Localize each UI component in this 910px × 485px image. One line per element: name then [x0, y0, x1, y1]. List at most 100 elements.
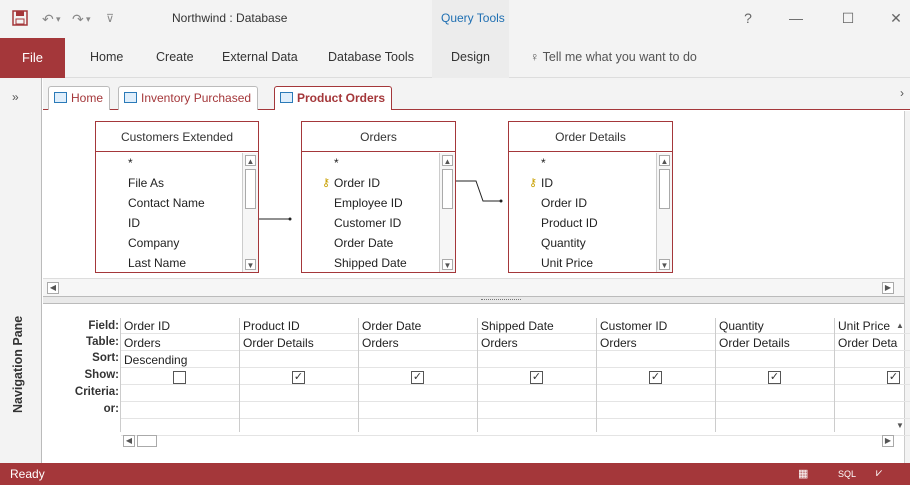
scroll-right-icon[interactable]: ▶: [882, 435, 894, 447]
grid-cell-sort[interactable]: Descending: [121, 352, 240, 368]
grid-cell-sort[interactable]: [478, 352, 597, 368]
tab-home[interactable]: Home: [90, 50, 123, 64]
field-scrollbar[interactable]: ▲ ▼: [656, 153, 672, 272]
doc-tab-product-orders[interactable]: Product Orders: [274, 86, 393, 110]
show-checkbox[interactable]: [173, 371, 186, 384]
tab-scroll-right-icon[interactable]: ›: [900, 86, 904, 100]
field-item[interactable]: Shipped Date: [302, 253, 439, 273]
maximize-button[interactable]: ☐: [836, 6, 860, 30]
grid-cell-criteria[interactable]: [716, 403, 835, 419]
undo-icon[interactable]: ↶: [42, 10, 54, 28]
grid-cell-sort[interactable]: [597, 352, 716, 368]
table-orders[interactable]: Orders * ⚷ Order ID Employee ID Customer…: [301, 121, 456, 273]
close-button[interactable]: ✕: [884, 6, 908, 30]
field-scrollbar[interactable]: ▲ ▼: [439, 153, 455, 272]
field-item[interactable]: Order Date: [302, 233, 439, 253]
scroll-up-icon[interactable]: ▲: [245, 155, 256, 166]
show-checkbox[interactable]: ✓: [411, 371, 424, 384]
grid-cell-table[interactable]: Orders: [597, 335, 716, 351]
splitter-grip[interactable]: [481, 299, 521, 301]
grid-cell-criteria[interactable]: [716, 386, 835, 402]
grid-vertical-scrollbar[interactable]: ▲ ▼: [896, 318, 904, 432]
scroll-thumb[interactable]: [245, 169, 256, 209]
scroll-up-icon[interactable]: ▲: [442, 155, 453, 166]
scroll-up-icon[interactable]: ▲: [659, 155, 670, 166]
grid-cell-field[interactable]: Order Date: [359, 318, 478, 334]
scroll-down-icon[interactable]: ▼: [659, 259, 670, 270]
save-icon[interactable]: [12, 10, 28, 28]
scroll-right-icon[interactable]: ▶: [882, 282, 894, 294]
minimize-button[interactable]: —: [784, 6, 808, 30]
grid-cell-table[interactable]: Order Details: [240, 335, 359, 351]
scroll-thumb[interactable]: [659, 169, 670, 209]
scroll-down-icon[interactable]: ▼: [442, 259, 453, 270]
doc-tab-home[interactable]: Home: [48, 86, 111, 110]
table-customers-extended[interactable]: Customers Extended * File As Contact Nam…: [95, 121, 259, 273]
grid-horizontal-scrollbar[interactable]: ◀ ▶: [119, 433, 894, 449]
field-item[interactable]: Last Name: [96, 253, 242, 273]
field-item[interactable]: Unit Price: [509, 253, 656, 273]
grid-cell-table[interactable]: Orders: [121, 335, 240, 351]
field-item[interactable]: Quantity: [509, 233, 656, 253]
field-item[interactable]: Customer ID: [302, 213, 439, 233]
show-checkbox[interactable]: ✓: [649, 371, 662, 384]
field-item[interactable]: *: [509, 153, 656, 173]
help-button[interactable]: ?: [736, 6, 760, 30]
undo-dropdown-icon[interactable]: ▾: [56, 10, 61, 28]
grid-cell-criteria[interactable]: [121, 386, 240, 402]
query-diagram-pane[interactable]: Customers Extended * File As Contact Nam…: [43, 111, 904, 296]
customize-qat-icon[interactable]: ⊽: [106, 10, 114, 28]
navigation-pane[interactable]: » Navigation Pane: [0, 78, 42, 463]
field-item-key[interactable]: ⚷ Order ID: [302, 173, 439, 193]
tab-database-tools[interactable]: Database Tools: [328, 50, 414, 64]
grid-cell-table[interactable]: Order Details: [716, 335, 835, 351]
pane-splitter[interactable]: [43, 296, 904, 304]
grid-cell-criteria[interactable]: [597, 386, 716, 402]
tab-file[interactable]: File: [0, 38, 65, 78]
scroll-down-icon[interactable]: ▼: [245, 259, 256, 270]
grid-cell-sort[interactable]: [716, 352, 835, 368]
doc-tab-inventory-purchased[interactable]: Inventory Purchased: [118, 86, 259, 110]
grid-cell-field[interactable]: Order ID: [121, 318, 240, 334]
redo-icon[interactable]: ↷: [72, 10, 84, 28]
field-item[interactable]: Contact Name: [96, 193, 242, 213]
field-item[interactable]: File As: [96, 173, 242, 193]
grid-cell-sort[interactable]: [240, 352, 359, 368]
grid-column[interactable]: Quantity Order Details ✓: [715, 318, 835, 436]
grid-column[interactable]: Product ID Order Details ✓: [239, 318, 359, 436]
grid-cell-criteria[interactable]: [478, 386, 597, 402]
grid-cell-field[interactable]: Customer ID: [597, 318, 716, 334]
show-checkbox[interactable]: ✓: [768, 371, 781, 384]
diagram-horizontal-scrollbar[interactable]: ◀ ▶: [43, 278, 904, 296]
field-item[interactable]: *: [302, 153, 439, 173]
grid-cell-table[interactable]: Orders: [478, 335, 597, 351]
grid-cell-criteria[interactable]: [359, 386, 478, 402]
field-scrollbar[interactable]: ▲ ▼: [242, 153, 258, 272]
grid-cell-criteria[interactable]: [359, 403, 478, 419]
scroll-left-icon[interactable]: ◀: [47, 282, 59, 294]
show-checkbox[interactable]: ✓: [530, 371, 543, 384]
field-item[interactable]: *: [96, 153, 242, 173]
tab-create[interactable]: Create: [156, 50, 194, 64]
field-item[interactable]: ID: [96, 213, 242, 233]
field-item[interactable]: Order ID: [509, 193, 656, 213]
redo-dropdown-icon[interactable]: ▾: [86, 10, 91, 28]
grid-column[interactable]: Shipped Date Orders ✓: [477, 318, 597, 436]
design-view-icon[interactable]: ⩗: [876, 467, 882, 480]
tab-design[interactable]: Design: [451, 50, 490, 64]
grid-column[interactable]: Customer ID Orders ✓: [596, 318, 716, 436]
grid-cell-criteria[interactable]: [240, 386, 359, 402]
grid-cell-field[interactable]: Quantity: [716, 318, 835, 334]
grid-cell-sort[interactable]: [359, 352, 478, 368]
table-order-details[interactable]: Order Details * ⚷ ID Order ID Product ID…: [508, 121, 673, 273]
sql-view-button[interactable]: SQL: [838, 469, 856, 479]
grid-cell-criteria[interactable]: [597, 403, 716, 419]
show-checkbox[interactable]: ✓: [292, 371, 305, 384]
grid-cell-criteria[interactable]: [240, 403, 359, 419]
field-item[interactable]: Product ID: [509, 213, 656, 233]
expand-chevron-icon[interactable]: »: [12, 90, 19, 104]
tell-me-search[interactable]: ♀ Tell me what you want to do: [530, 50, 697, 64]
grid-cell-field[interactable]: Shipped Date: [478, 318, 597, 334]
scroll-thumb[interactable]: [442, 169, 453, 209]
scroll-thumb[interactable]: [137, 435, 157, 447]
